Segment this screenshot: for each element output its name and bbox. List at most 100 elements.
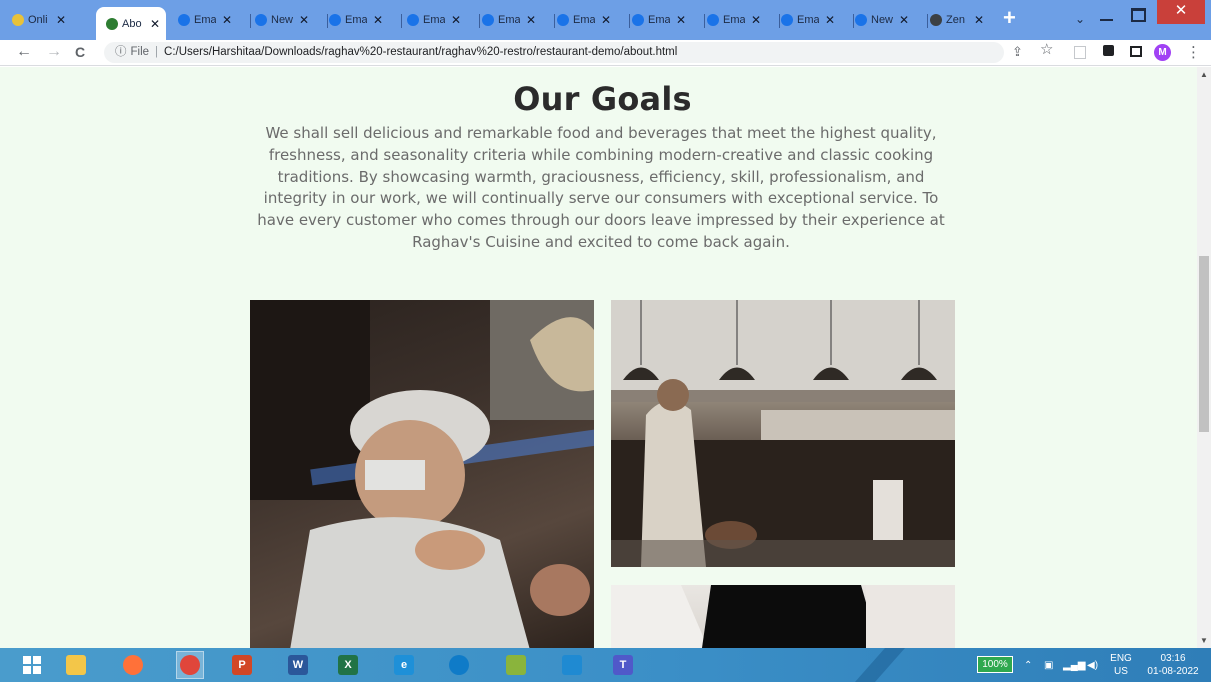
taskbar-photos-button[interactable] [502,651,530,679]
tab-favicon-icon [255,14,267,26]
extension-reader-icon[interactable] [1074,46,1086,59]
signal-icon[interactable]: ▂▄▆ [1063,648,1085,682]
side-panel-icon[interactable] [1130,46,1142,57]
browser-tab[interactable]: Ema ✕ [178,9,232,31]
browser-tab[interactable]: Ema ✕ [482,9,536,31]
tab-separator [327,14,328,28]
tab-close-icon[interactable]: ✕ [222,13,232,27]
language-indicator[interactable]: ENG US [1108,652,1134,678]
tab-favicon-icon [407,14,419,26]
taskbar-firefox-button[interactable] [119,651,147,679]
tab-title: Ema [498,14,520,26]
start-button[interactable] [18,651,46,679]
browser-tab[interactable]: Zen ✕ [930,9,984,31]
forward-button[interactable]: → [46,42,62,62]
page-title: Our Goals [513,80,692,118]
info-icon[interactable]: ⓘ [115,46,127,58]
taskbar-powerpoint-button[interactable]: P [228,651,256,679]
browser-tab[interactable]: Ema ✕ [707,9,761,31]
tab-close-icon[interactable]: ✕ [825,13,835,27]
tab-favicon-icon [632,14,644,26]
taskbar-chrome-button[interactable] [176,651,204,679]
tray-overflow-icon[interactable]: ⌃ [1024,648,1032,682]
chrome-icon [180,655,200,675]
browser-tab[interactable]: Onli ✕ [12,9,66,31]
tab-close-icon[interactable]: ✕ [451,13,461,27]
tab-close-icon[interactable]: ✕ [751,13,761,27]
share-icon[interactable]: ⇪ [1012,44,1023,60]
volume-icon[interactable]: ◀) [1087,648,1098,682]
tab-close-icon[interactable]: ✕ [56,13,66,27]
tab-title: Abo [122,17,142,30]
tab-favicon-icon [707,14,719,26]
clock-date: 01-08-2022 [1147,666,1199,677]
minimize-button[interactable] [1096,6,1116,28]
tab-favicon-icon [329,14,341,26]
browser-tab[interactable]: Ema ✕ [632,9,686,31]
tab-close-icon[interactable]: ✕ [676,13,686,27]
tab-close-icon[interactable]: ✕ [150,17,160,31]
browser-tab[interactable]: Ema ✕ [329,9,383,31]
browser-tab[interactable]: Ema ✕ [557,9,611,31]
tab-title: Ema [194,14,216,26]
browser-tab[interactable]: New ✕ [855,9,909,31]
tab-separator [927,14,928,28]
browser-tab[interactable]: Ema ✕ [407,9,461,31]
tab-favicon-icon [557,14,569,26]
url-text[interactable]: C:/Users/Harshitaa/Downloads/raghav%20-r… [164,46,677,58]
tab-close-icon[interactable]: ✕ [974,13,984,27]
tab-search-button[interactable]: ⌄ [1075,12,1085,26]
scrollbar-thumb[interactable] [1199,256,1209,432]
word-icon: W [288,655,308,675]
tab-separator [779,14,780,28]
goals-paragraph: We shall sell delicious and remarkable f… [257,124,945,251]
vertical-scrollbar[interactable]: ▲ ▼ [1197,67,1211,648]
url-scheme-label: File [130,46,150,58]
back-button[interactable]: ← [16,42,32,62]
tab-separator [704,14,705,28]
extensions-puzzle-icon[interactable] [1103,45,1114,56]
taskbar-teams-button[interactable]: T [609,651,637,679]
tab-favicon-icon [12,14,24,26]
browser-tab[interactable]: New ✕ [255,9,309,31]
taskbar-internet-explorer-button[interactable]: e [390,651,418,679]
edge-icon [449,655,469,675]
language-code: ENG [1110,653,1132,664]
tab-title: Zen [946,14,965,26]
excel-icon: X [338,655,358,675]
profile-avatar[interactable]: M [1154,44,1171,61]
reload-button[interactable]: C [75,42,85,62]
tab-close-icon[interactable]: ✕ [601,13,611,27]
taskbar-vscode-button[interactable] [558,651,586,679]
window-close-button[interactable]: ✕ [1157,0,1205,24]
taskbar-edge-button[interactable] [445,651,473,679]
tab-favicon-icon [930,14,942,26]
bookmark-star-icon[interactable]: ☆ [1040,42,1053,58]
page-viewport: Our Goals We shall sell delicious and re… [0,67,1197,648]
clock-time: 03:16 [1160,653,1186,664]
tab-favicon-icon [781,14,793,26]
taskbar-excel-button[interactable]: X [334,651,362,679]
system-clock[interactable]: 03:16 01-08-2022 [1141,652,1205,678]
maximize-button[interactable] [1126,5,1148,27]
network-status-icon[interactable]: ▣ [1044,648,1053,682]
tab-title: New [871,14,893,26]
taskbar-word-button[interactable]: W [284,651,312,679]
tab-close-icon[interactable]: ✕ [526,13,536,27]
taskbar-file-explorer-button[interactable] [62,651,90,679]
tab-favicon-icon [482,14,494,26]
browser-menu-icon[interactable]: ⋮ [1186,43,1201,61]
tab-close-icon[interactable]: ✕ [299,13,309,27]
browser-tab[interactable]: Ema ✕ [781,9,835,31]
address-bar[interactable]: ⓘ File | C:/Users/Harshitaa/Downloads/ragha… [104,42,1004,63]
scroll-down-arrow-icon[interactable]: ▼ [1200,636,1208,645]
scroll-up-arrow-icon[interactable]: ▲ [1200,70,1208,79]
photos-icon [506,655,526,675]
tab-close-icon[interactable]: ✕ [899,13,909,27]
url-divider: | [155,46,159,58]
tab-close-icon[interactable]: ✕ [373,13,383,27]
tab-favicon-icon [855,14,867,26]
browser-tab[interactable]: Abo ✕ [96,7,166,40]
new-tab-button[interactable]: + [1003,7,1016,29]
battery-indicator[interactable]: 100% [977,656,1013,673]
